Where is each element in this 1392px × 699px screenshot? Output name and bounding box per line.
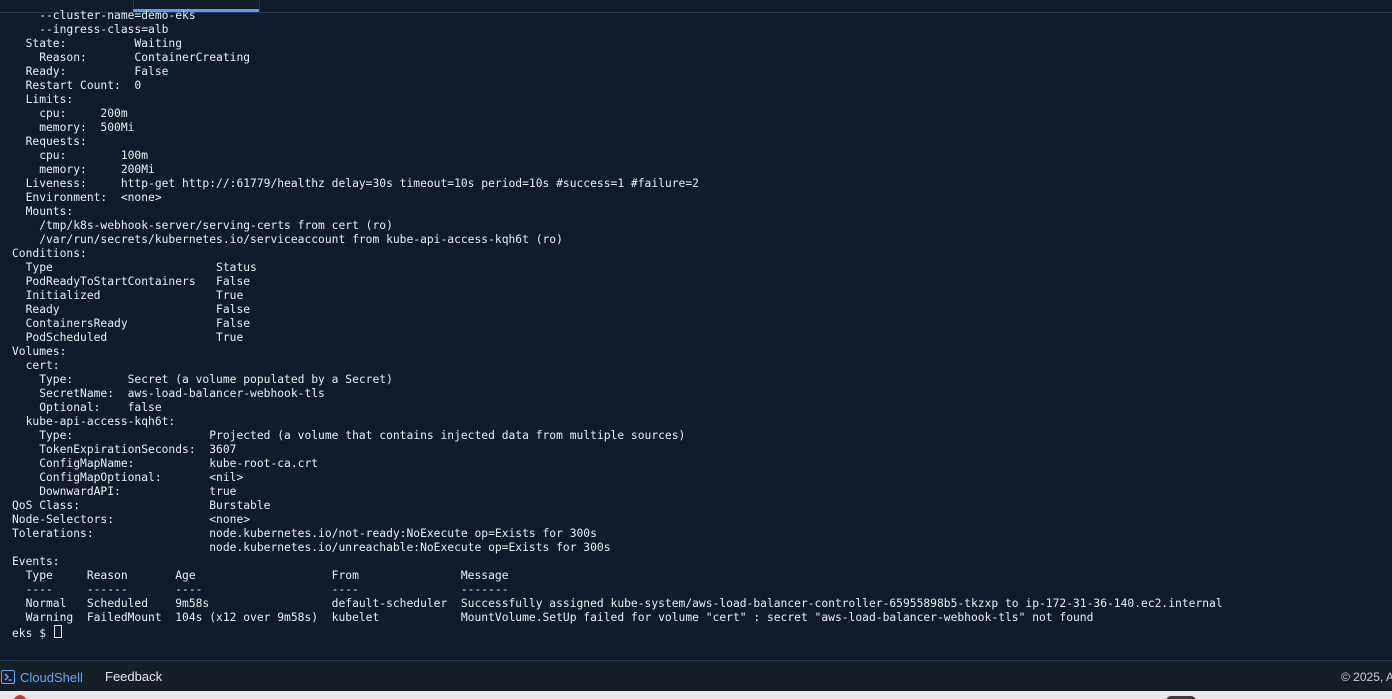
terminal-line: kube-api-access-kqh6t:	[12, 415, 176, 428]
terminal-line: SecretName: aws-load-balancer-webhook-tl…	[12, 387, 325, 400]
terminal-line: Type: Secret (a volume populated by a Se…	[12, 373, 393, 386]
terminal-line: Type Status	[12, 261, 257, 274]
terminal-line: /tmp/k8s-webhook-server/serving-certs fr…	[12, 219, 393, 232]
terminal-line: DownwardAPI: true	[12, 485, 237, 498]
terminal-prompt-icon	[1, 670, 15, 684]
terminal-line: --ingress-class=alb	[12, 23, 169, 36]
terminal-prompt-line[interactable]: eks $	[12, 625, 1382, 640]
cloudshell-button[interactable]: CloudShell	[0, 667, 83, 687]
terminal-line: Type Reason Age From Message	[12, 569, 509, 582]
terminal-line: ConfigMapName: kube-root-ca.crt	[12, 457, 319, 470]
feedback-button[interactable]: Feedback	[105, 669, 162, 684]
terminal-line: Initialized True	[12, 289, 244, 302]
terminal-line: QoS Class: Burstable	[12, 499, 271, 512]
terminal-line: Reason: ContainerCreating	[12, 51, 251, 64]
terminal-line: Tolerations: node.kubernetes.io/not-read…	[12, 527, 597, 540]
browser-record-icon	[14, 695, 26, 699]
terminal-line: Ready: False	[12, 65, 169, 78]
terminal-line: memory: 500Mi	[12, 121, 135, 134]
cloudshell-label: CloudShell	[20, 669, 83, 685]
terminal-line: Volumes:	[12, 345, 67, 358]
terminal-output[interactable]: --cluster-name=demo-eks --ingress-class=…	[12, 9, 1382, 654]
terminal-line: Conditions:	[12, 247, 87, 260]
terminal-line: Environment: <none>	[12, 191, 162, 204]
terminal-cursor	[53, 625, 62, 638]
terminal-line: Requests:	[12, 135, 87, 148]
cloudshell-footer: CloudShell Feedback © 2025, A	[0, 660, 1392, 692]
terminal-line: /var/run/secrets/kubernetes.io/serviceac…	[12, 233, 563, 246]
terminal-line: memory: 200Mi	[12, 163, 155, 176]
terminal-line: cpu: 100m	[12, 149, 149, 162]
terminal-line: Limits:	[12, 93, 74, 106]
shell-prompt: eks $	[12, 627, 53, 640]
terminal-line: TokenExpirationSeconds: 3607	[12, 443, 237, 456]
terminal-line: --cluster-name=demo-eks	[12, 9, 196, 22]
terminal-line: ContainersReady False	[12, 317, 251, 330]
terminal-line: ConfigMapOptional: <nil>	[12, 471, 244, 484]
terminal-line: Normal Scheduled 9m58s default-scheduler…	[12, 597, 1223, 610]
terminal-line: node.kubernetes.io/unreachable:NoExecute…	[12, 541, 611, 554]
terminal-line: ---- ------ ---- ---- -------	[12, 583, 509, 596]
terminal-line: Type: Projected (a volume that contains …	[12, 429, 686, 442]
terminal-line: Liveness: http-get http://:61779/healthz…	[12, 177, 699, 190]
terminal-line: State: Waiting	[12, 37, 183, 50]
copyright-notice: © 2025, A	[1341, 670, 1392, 684]
terminal-line: PodScheduled True	[12, 331, 244, 344]
terminal-line: cert:	[12, 359, 60, 372]
terminal-line: PodReadyToStartContainers False	[12, 275, 251, 288]
terminal-line: Node-Selectors: <none>	[12, 513, 251, 526]
terminal-line: cpu: 200m	[12, 107, 128, 120]
terminal-line: Mounts:	[12, 205, 74, 218]
terminal-line: Restart Count: 0	[12, 79, 142, 92]
terminal-line: Ready False	[12, 303, 251, 316]
browser-chrome-strip	[0, 691, 1392, 699]
terminal-line: Warning FailedMount 104s (x12 over 9m58s…	[12, 611, 1094, 624]
terminal-line: Optional: false	[12, 401, 162, 414]
terminal-line: Events:	[12, 555, 60, 568]
